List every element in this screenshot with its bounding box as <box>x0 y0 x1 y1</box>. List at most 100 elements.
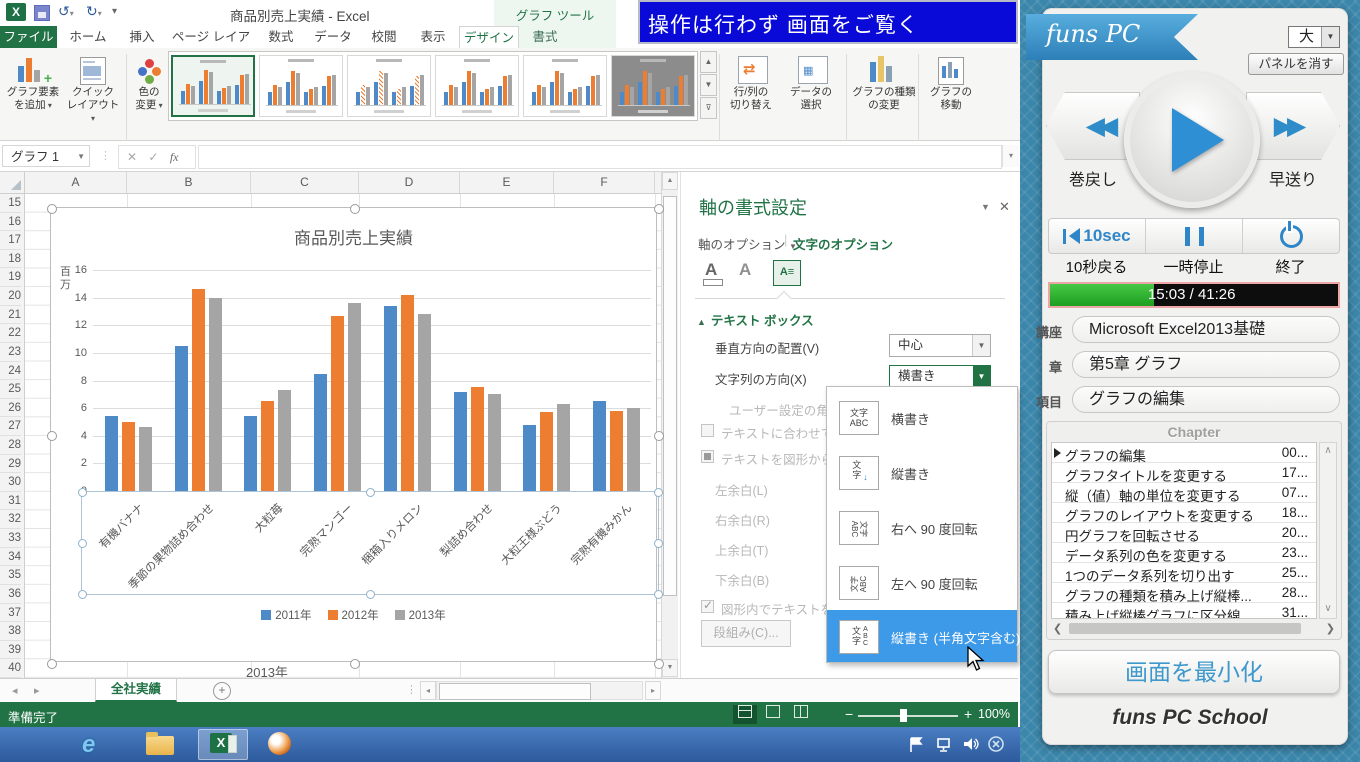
row-header-39[interactable]: 39 <box>0 641 21 660</box>
row-header-19[interactable]: 19 <box>0 268 21 287</box>
tab-text-options[interactable]: 文字のオプション <box>793 234 893 253</box>
row-header-32[interactable]: 32 <box>0 510 21 529</box>
bar-2012年-季節の果物詰め合わせ[interactable] <box>192 289 205 491</box>
bar-2011年-大粒王様ぶどう[interactable] <box>523 425 536 491</box>
gallery-up-button[interactable]: ▲ <box>700 51 717 73</box>
chapter-list-item[interactable]: グラフの編集00... <box>1052 443 1316 463</box>
menu-item-左へ 90 度回転[interactable]: 文字ABC左へ 90 度回転 <box>827 556 1017 611</box>
undo-icon[interactable]: ↺▾ <box>58 3 74 20</box>
autofit-checkbox[interactable] <box>701 424 714 437</box>
row-header-28[interactable]: 28 <box>0 436 21 455</box>
save-icon[interactable] <box>34 5 50 21</box>
bar-2011年-完熟有機みかん[interactable] <box>593 401 606 491</box>
row-header-37[interactable]: 37 <box>0 604 21 623</box>
add-chart-element-button[interactable]: + グラフ要素 を追加 <box>4 52 62 134</box>
tab-ページ レイアウト[interactable]: ページ レイアウト <box>168 26 254 48</box>
select-all-corner[interactable] <box>0 172 25 193</box>
bar-2011年-完熟マンゴー[interactable] <box>314 374 327 491</box>
row-header-26[interactable]: 26 <box>0 399 21 418</box>
change-colors-button[interactable]: 色の 変更 <box>130 52 168 134</box>
chapter-list-item[interactable]: グラフタイトルを変更する17... <box>1052 463 1316 483</box>
internet-explorer-icon[interactable]: e <box>82 731 95 759</box>
bar-2013年-有機バナナ[interactable] <box>139 427 152 491</box>
bar-2011年-梱箱入りメロン[interactable] <box>384 306 397 491</box>
selection-handle[interactable] <box>654 659 664 669</box>
row-header-15[interactable]: 15 <box>0 194 21 213</box>
vertical-alignment-select[interactable]: 中心▼ <box>889 334 991 357</box>
normal-view-button[interactable] <box>733 705 757 724</box>
scroll-up-icon[interactable]: ▲ <box>662 172 678 190</box>
bar-2012年-梨詰め合わせ[interactable] <box>471 387 484 491</box>
chevron-right-icon[interactable]: ❯ <box>1326 622 1335 635</box>
gallery-down-button[interactable]: ▼ <box>700 74 717 96</box>
bar-2012年-完熟マンゴー[interactable] <box>331 316 344 491</box>
action-center-flag-icon[interactable] <box>908 736 926 754</box>
tab-書式[interactable]: 書式 <box>522 26 568 48</box>
row-header-38[interactable]: 38 <box>0 622 21 641</box>
gallery-more-button[interactable]: ⊽ <box>700 97 717 119</box>
hscroll-right-icon[interactable]: ▸ <box>645 681 661 700</box>
chevron-left-icon[interactable]: ❮ <box>1053 622 1062 635</box>
tab-デザイン[interactable]: デザイン <box>459 26 519 48</box>
row-header-17[interactable]: 17 <box>0 231 21 250</box>
zoom-slider[interactable] <box>858 715 958 717</box>
axis-selection-handle[interactable] <box>78 488 87 497</box>
selection-handle[interactable] <box>47 659 57 669</box>
row-header-18[interactable]: 18 <box>0 250 21 269</box>
fast-forward-button[interactable]: ▶▶ <box>1246 92 1340 160</box>
exit-button[interactable] <box>1243 219 1339 253</box>
row-header-23[interactable]: 23 <box>0 343 21 362</box>
text-direction-select[interactable]: 横書き▼ <box>889 365 991 388</box>
tab-校閲[interactable]: 校閲 <box>361 26 407 48</box>
name-box-dropdown-icon[interactable]: ▼ <box>77 146 85 168</box>
textbox-icon[interactable]: A≡ <box>773 260 801 286</box>
wrap-text-checkbox[interactable] <box>701 600 714 613</box>
column-header-D[interactable]: D <box>359 172 460 193</box>
tab-ファイル[interactable]: ファイル <box>0 26 57 48</box>
chapter-list-item[interactable]: 円グラフを回転させる20... <box>1052 523 1316 543</box>
row-header-22[interactable]: 22 <box>0 324 21 343</box>
chapter-hscroll-thumb[interactable] <box>1069 623 1301 634</box>
column-header-E[interactable]: E <box>460 172 554 193</box>
selection-handle[interactable] <box>47 431 57 441</box>
bar-2013年-梱箱入りメロン[interactable] <box>418 314 431 491</box>
scroll-down-icon[interactable]: ▼ <box>662 659 678 677</box>
close-circle-icon[interactable] <box>988 736 1006 754</box>
row-header-25[interactable]: 25 <box>0 380 21 399</box>
axis-selection-handle[interactable] <box>654 488 663 497</box>
row-header-16[interactable]: 16 <box>0 213 21 232</box>
chart-style-thumbnail-4[interactable] <box>435 55 519 117</box>
page-layout-view-button[interactable] <box>761 705 785 724</box>
row-header-30[interactable]: 30 <box>0 473 21 492</box>
switch-row-column-button[interactable]: ⇄ 行/列の 切り替え <box>722 52 780 134</box>
axis-selection-handle[interactable] <box>654 590 663 599</box>
chapter-list-item[interactable]: データ系列の色を変更する23... <box>1052 543 1316 563</box>
text-fill-icon[interactable]: A <box>705 260 717 280</box>
quick-layout-button[interactable]: クイック レイアウト <box>64 52 122 134</box>
bar-2013年-完熟有機みかん[interactable] <box>627 408 640 491</box>
row-header-21[interactable]: 21 <box>0 306 21 325</box>
column-header-B[interactable]: B <box>127 172 251 193</box>
tab-ホーム[interactable]: ホーム <box>60 26 116 48</box>
chevron-down-icon[interactable]: ▼ <box>1321 27 1339 47</box>
chevron-down-icon[interactable]: ∨ <box>1320 603 1336 614</box>
zoom-slider-thumb[interactable] <box>900 709 907 722</box>
axis-selection-handle[interactable] <box>366 590 375 599</box>
columns-button[interactable]: 段組み(C)... <box>701 620 791 647</box>
chapter-list-item[interactable]: グラフのレイアウトを変更する18... <box>1052 503 1316 523</box>
chart-style-thumbnail-2[interactable] <box>259 55 343 117</box>
row-header-27[interactable]: 27 <box>0 417 21 436</box>
selection-handle[interactable] <box>654 204 664 214</box>
selection-handle[interactable] <box>350 204 360 214</box>
legend-item-2012年[interactable]: 2012年 <box>328 607 379 623</box>
zoom-in-icon[interactable]: + <box>964 706 972 722</box>
menu-item-横書き[interactable]: 文字ABC横書き <box>827 391 1017 446</box>
chart-style-thumbnail-1[interactable] <box>171 55 255 117</box>
insert-function-icon[interactable]: fx <box>170 150 179 164</box>
back-10sec-button[interactable]: 10sec <box>1049 219 1146 253</box>
menu-item-縦書き[interactable]: 文字↓縦書き <box>827 446 1017 501</box>
next-sheet-icon[interactable]: ▸ <box>34 684 40 697</box>
pane-options-icon[interactable]: ▼ <box>981 202 990 212</box>
column-header-F[interactable]: F <box>554 172 655 193</box>
media-app-icon[interactable] <box>268 732 291 755</box>
